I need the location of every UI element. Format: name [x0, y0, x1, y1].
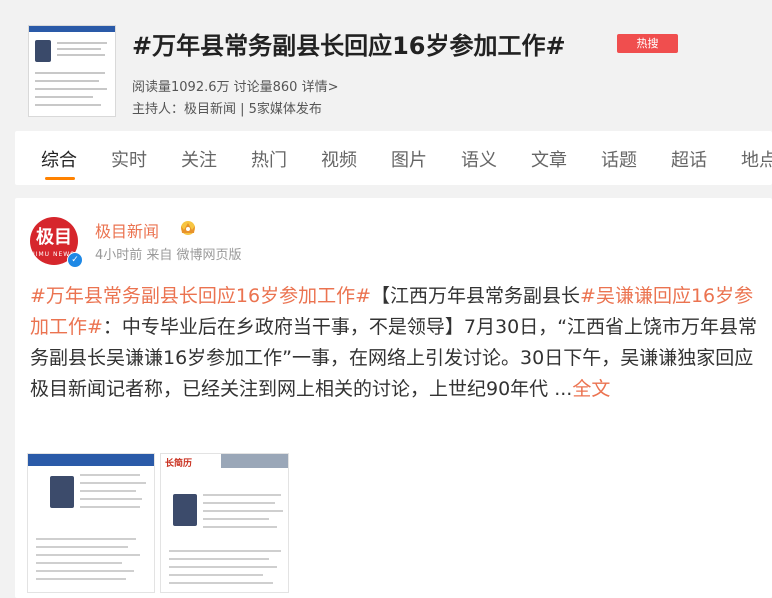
tab-articles[interactable]: 文章 [531, 146, 567, 172]
tab-comprehensive[interactable]: 综合 [41, 146, 77, 172]
tab-hot[interactable]: 热门 [251, 146, 287, 172]
tab-video[interactable]: 视频 [321, 146, 357, 172]
author-name[interactable]: 极目新闻 [95, 218, 159, 242]
post-text-part: 【江西万年县常务副县长 [371, 285, 581, 307]
hot-badge: 热搜 [617, 34, 678, 53]
topic-stats-text[interactable]: 阅读量1092.6万 讨论量860 详情> [132, 80, 338, 95]
tab-supertopic[interactable]: 超话 [671, 146, 707, 172]
topic-header: #万年县常务副县长回应16岁参加工作# 热搜 阅读量1092.6万 讨论量860… [0, 0, 772, 130]
verified-icon: ✓ [67, 252, 83, 268]
crown-icon [181, 221, 195, 235]
tab-semantic[interactable]: 语义 [461, 146, 497, 172]
hashtag-link[interactable]: #万年县常务副县长回应16岁参加工作# [30, 285, 371, 307]
post-text-part: ：中专毕业后在乡政府当干事，不是领导】7月30日，“江西省上饶市万年县常务副县长… [30, 316, 758, 400]
expand-full-text-link[interactable]: 全文 [572, 378, 610, 400]
topic-stats: 阅读量1092.6万 讨论量860 详情> [132, 76, 338, 95]
tab-topics[interactable]: 话题 [601, 146, 637, 172]
post-image[interactable] [27, 453, 155, 593]
tab-realtime[interactable]: 实时 [111, 146, 147, 172]
tab-follow[interactable]: 关注 [181, 146, 217, 172]
image-header-label: 长简历 [165, 459, 193, 469]
post-image[interactable]: 长简历 [160, 453, 289, 593]
tab-location[interactable]: 地点 [741, 146, 772, 172]
search-tabs: 综合 实时 关注 热门 视频 图片 语义 文章 话题 超话 地点 [15, 131, 772, 185]
post-text: #万年县常务副县长回应16岁参加工作#【江西万年县常务副县长#吴谦谦回应16岁参… [30, 281, 765, 405]
topic-host: 主持人：极目新闻 | 5家媒体发布 [132, 102, 322, 117]
avatar-text: 极目 [36, 227, 72, 248]
post-meta: 4小时前 来自 微博网页版 [95, 248, 242, 263]
tab-images[interactable]: 图片 [391, 146, 427, 172]
topic-thumbnail [28, 25, 116, 117]
topic-title: #万年县常务副县长回应16岁参加工作# [132, 32, 566, 60]
post-card: 极目 JIMU NEWS ✓ 极目新闻 4小时前 来自 微博网页版 #万年县常务… [15, 198, 772, 598]
active-tab-indicator [45, 177, 75, 180]
